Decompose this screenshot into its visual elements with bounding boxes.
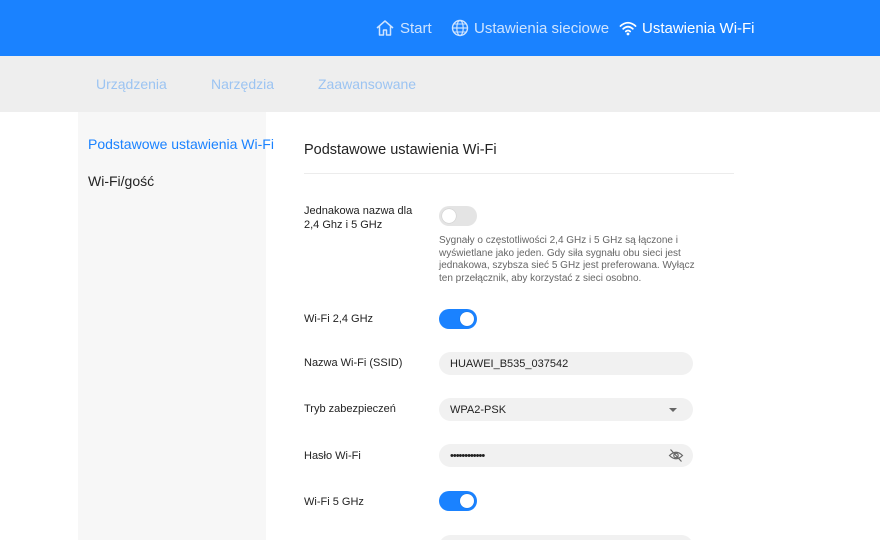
sub-nav-bar: Urządzenia Narzędzia Zaawansowane bbox=[0, 56, 880, 112]
home-icon bbox=[376, 20, 394, 36]
top-nav-bar: Start Ustawienia sieciowe Ustawienia Wi-… bbox=[0, 0, 880, 56]
topnav-wifi-label: Ustawienia Wi-Fi bbox=[642, 19, 755, 37]
chevron-down-icon bbox=[669, 408, 677, 412]
page-title: Podstawowe ustawienia Wi-Fi bbox=[304, 142, 497, 158]
subnav-advanced[interactable]: Zaawansowane bbox=[318, 56, 416, 112]
subnav-tools[interactable]: Narzędzia bbox=[211, 56, 274, 112]
password-input[interactable]: •••••••••••• bbox=[439, 444, 693, 467]
eye-off-icon[interactable] bbox=[668, 448, 684, 463]
security-mode-value: WPA2-PSK bbox=[450, 403, 507, 416]
wifi-5-next-field[interactable] bbox=[439, 535, 693, 540]
wifi-icon bbox=[619, 21, 637, 36]
sidebar: Podstawowe ustawienia Wi-Fi Wi-Fi/gość bbox=[78, 112, 274, 540]
sidebar-item-basic-wifi[interactable]: Podstawowe ustawienia Wi-Fi bbox=[88, 136, 274, 152]
same-name-toggle[interactable] bbox=[439, 206, 477, 226]
ssid-value: HUAWEI_B535_037542 bbox=[450, 357, 569, 370]
password-label: Hasło Wi-Fi bbox=[304, 450, 361, 462]
globe-icon bbox=[451, 19, 469, 37]
wifi-24-label: Wi-Fi 2,4 GHz bbox=[304, 313, 374, 325]
same-name-label: Jednakowa nazwa dla 2,4 Ghz i 5 GHz bbox=[304, 205, 413, 231]
security-mode-label: Tryb zabezpieczeń bbox=[304, 403, 396, 415]
topnav-start[interactable]: Start bbox=[375, 0, 432, 56]
topnav-start-label: Start bbox=[400, 19, 432, 37]
password-value: •••••••••••• bbox=[450, 449, 485, 462]
sidebar-item-guest-wifi[interactable]: Wi-Fi/gość bbox=[88, 173, 154, 189]
topnav-network-settings[interactable]: Ustawienia sieciowe bbox=[451, 0, 609, 56]
subnav-devices[interactable]: Urządzenia bbox=[96, 56, 167, 112]
toggle-knob bbox=[460, 494, 474, 508]
ssid-input[interactable]: HUAWEI_B535_037542 bbox=[439, 352, 693, 375]
topnav-network-label: Ustawienia sieciowe bbox=[474, 19, 610, 37]
same-name-description: Sygnały o częstotliwości 2,4 GHz i 5 GHz… bbox=[439, 235, 695, 284]
wifi-24-toggle[interactable] bbox=[439, 309, 477, 329]
topnav-wifi-settings[interactable]: Ustawienia Wi-Fi bbox=[619, 0, 755, 56]
wifi-5-toggle[interactable] bbox=[439, 491, 477, 511]
toggle-knob bbox=[442, 209, 456, 223]
security-mode-select[interactable]: WPA2-PSK bbox=[439, 398, 693, 421]
toggle-knob bbox=[460, 312, 474, 326]
ssid-label: Nazwa Wi-Fi (SSID) bbox=[304, 357, 403, 369]
divider bbox=[304, 173, 734, 174]
wifi-5-label: Wi-Fi 5 GHz bbox=[304, 496, 364, 508]
